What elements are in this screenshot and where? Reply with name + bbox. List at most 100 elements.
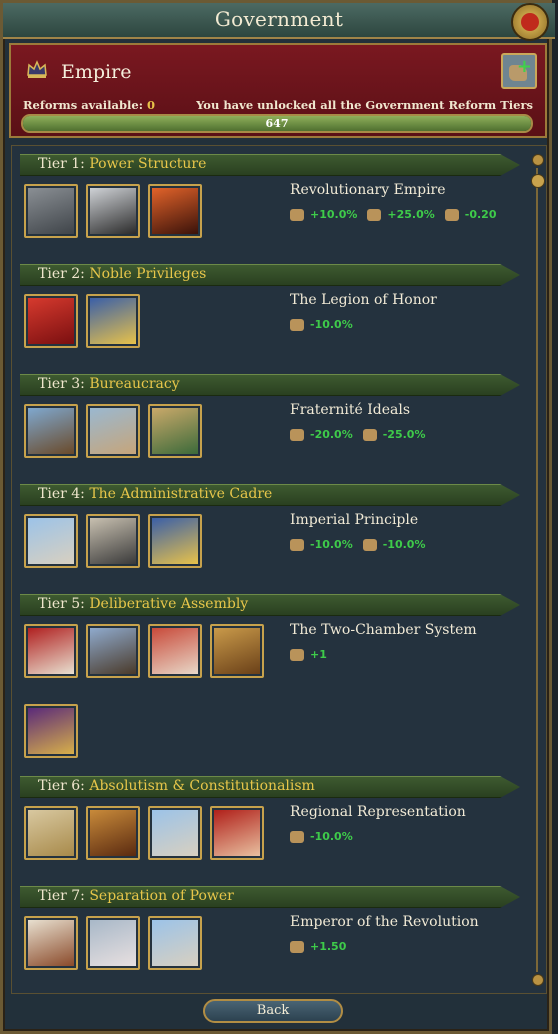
reforms-value: 0: [146, 98, 155, 112]
tier-label: Tier 5:: [38, 596, 85, 612]
revolution-fist-icon[interactable]: [511, 3, 549, 41]
modifier: -10.0%: [290, 318, 353, 331]
tier-name: Power Structure: [89, 156, 207, 172]
modifier: -10.0%: [362, 538, 425, 551]
modifier-icon: [290, 319, 304, 331]
reform-blue-banner-icon[interactable]: [148, 514, 202, 568]
tier-name: The Administrative Cadre: [89, 486, 273, 502]
progress-value: 647: [265, 117, 289, 130]
add-reform-button[interactable]: +: [501, 53, 537, 89]
selected-reform-name: The Two-Chamber System: [290, 622, 477, 638]
selected-reform-name: Emperor of the Revolution: [290, 914, 479, 930]
reform-hall-icon[interactable]: [210, 624, 264, 678]
modifier: -10.0%: [290, 538, 353, 551]
reform-modifiers: -10.0% -10.0%: [290, 534, 435, 551]
tier-banner: Tier 3: Bureaucracy: [20, 374, 520, 396]
selected-reform[interactable]: Emperor of the Revolution +1.50: [290, 914, 479, 953]
reform-king-icon[interactable]: [24, 704, 78, 758]
modifier-icon: [444, 209, 459, 221]
scrollbar[interactable]: [530, 154, 545, 986]
reform-progress-bar: 647: [21, 114, 533, 133]
reform-modifiers: -20.0% -25.0%: [290, 424, 435, 441]
reform-modifiers: +1.50: [290, 936, 479, 953]
reform-king-portrait-icon[interactable]: [86, 916, 140, 970]
scroll-thumb[interactable]: [531, 174, 545, 188]
reform-parliament-icon[interactable]: [86, 806, 140, 860]
selected-reform[interactable]: Imperial Principle -10.0% -10.0%: [290, 512, 435, 551]
modifier: -25.0%: [362, 428, 426, 441]
scroll-up-arrow[interactable]: [532, 154, 544, 166]
modifier-value: -20.0%: [310, 428, 353, 441]
modifier-value: +1: [310, 648, 327, 661]
tier-label: Tier 7:: [38, 888, 85, 904]
unlocked-text: You have unlocked all the Government Ref…: [196, 98, 533, 112]
reform-flag-bearer-icon[interactable]: [24, 514, 78, 568]
reform-modifiers: -10.0%: [290, 826, 466, 843]
modifier-value: -25.0%: [382, 428, 426, 441]
reform-legion-banner-icon[interactable]: [24, 294, 78, 348]
selected-reform-name: Imperial Principle: [290, 512, 419, 528]
selected-reform[interactable]: The Two-Chamber System +1: [290, 622, 477, 661]
modifier: +1.50: [290, 940, 346, 953]
selected-reform-name: The Legion of Honor: [290, 292, 437, 308]
selected-reform[interactable]: The Legion of Honor -10.0%: [290, 292, 437, 331]
tier-label: Tier 3:: [38, 376, 85, 392]
reform-cardinal-icon[interactable]: [210, 806, 264, 860]
reform-wreath-icon[interactable]: [148, 404, 202, 458]
government-header: Empire + Reforms available: 0 You have u…: [9, 43, 547, 138]
reform-modifiers: +1: [290, 644, 477, 661]
reform-judge-icon[interactable]: [24, 624, 78, 678]
tier-banner: Tier 4: The Administrative Cadre: [20, 484, 520, 506]
modifier-icon: [290, 941, 304, 953]
government-name: Empire: [61, 61, 132, 83]
reform-ship-icon[interactable]: [24, 404, 78, 458]
reform-revolution-icon[interactable]: [148, 624, 202, 678]
modifier: -10.0%: [290, 830, 353, 843]
reform-crown-icon[interactable]: [86, 184, 140, 238]
tier-name: Noble Privileges: [89, 266, 207, 282]
modifier-icon: [290, 649, 304, 661]
modifier: -20.0%: [290, 428, 353, 441]
reform-monarch-icon[interactable]: [24, 806, 78, 860]
reforms-label: Reforms available:: [23, 98, 143, 112]
modifier-icon: [362, 429, 377, 441]
tier-banner: Tier 7: Separation of Power: [20, 886, 520, 908]
selected-reform[interactable]: Revolutionary Empire +10.0% +25.0% -0.20: [290, 182, 507, 221]
reform-clergy-icon[interactable]: [86, 514, 140, 568]
tier-label: Tier 4:: [38, 486, 85, 502]
tier-banner: Tier 6: Absolutism & Constitutionalism: [20, 776, 520, 798]
tier-banner: Tier 5: Deliberative Assembly: [20, 594, 520, 616]
tier-label: Tier 1:: [38, 156, 85, 172]
plus-icon: +: [516, 56, 532, 77]
reform-modifiers: +10.0% +25.0% -0.20: [290, 204, 507, 221]
reform-blue-banner-icon[interactable]: [86, 294, 140, 348]
crown-icon: [27, 60, 47, 78]
modifier-icon: [290, 209, 304, 221]
reform-liberty-statue-icon[interactable]: [86, 404, 140, 458]
reform-modifiers: -10.0%: [290, 314, 437, 331]
selected-reform-name: Fraternité Ideals: [290, 402, 410, 418]
government-window: Government Empire + Reforms available: 0…: [0, 0, 555, 1034]
scroll-down-arrow[interactable]: [532, 974, 544, 986]
modifier-icon: [290, 429, 304, 441]
reform-fire-icon[interactable]: [148, 184, 202, 238]
reform-flag-bearer-icon[interactable]: [148, 806, 202, 860]
selected-reform[interactable]: Fraternité Ideals -20.0% -25.0%: [290, 402, 435, 441]
selected-reform-name: Revolutionary Empire: [290, 182, 446, 198]
modifier: +10.0%: [290, 208, 357, 221]
reform-flag-bearer-icon[interactable]: [148, 916, 202, 970]
title-bar: Government: [3, 3, 555, 41]
tier-name: Bureaucracy: [89, 376, 180, 392]
reform-rider-icon[interactable]: [86, 624, 140, 678]
modifier-value: -0.20: [464, 208, 497, 221]
modifier-icon: [367, 209, 382, 221]
reform-napoleon-icon[interactable]: [24, 916, 78, 970]
modifier-value: +1.50: [310, 940, 347, 953]
modifier-icon: [290, 831, 304, 843]
reform-castle-icon[interactable]: [24, 184, 78, 238]
back-button[interactable]: Back: [203, 999, 343, 1023]
modifier: -0.20: [444, 208, 497, 221]
selected-reform[interactable]: Regional Representation -10.0%: [290, 804, 466, 843]
modifier-value: +25.0%: [387, 208, 435, 221]
modifier-value: -10.0%: [310, 538, 353, 551]
